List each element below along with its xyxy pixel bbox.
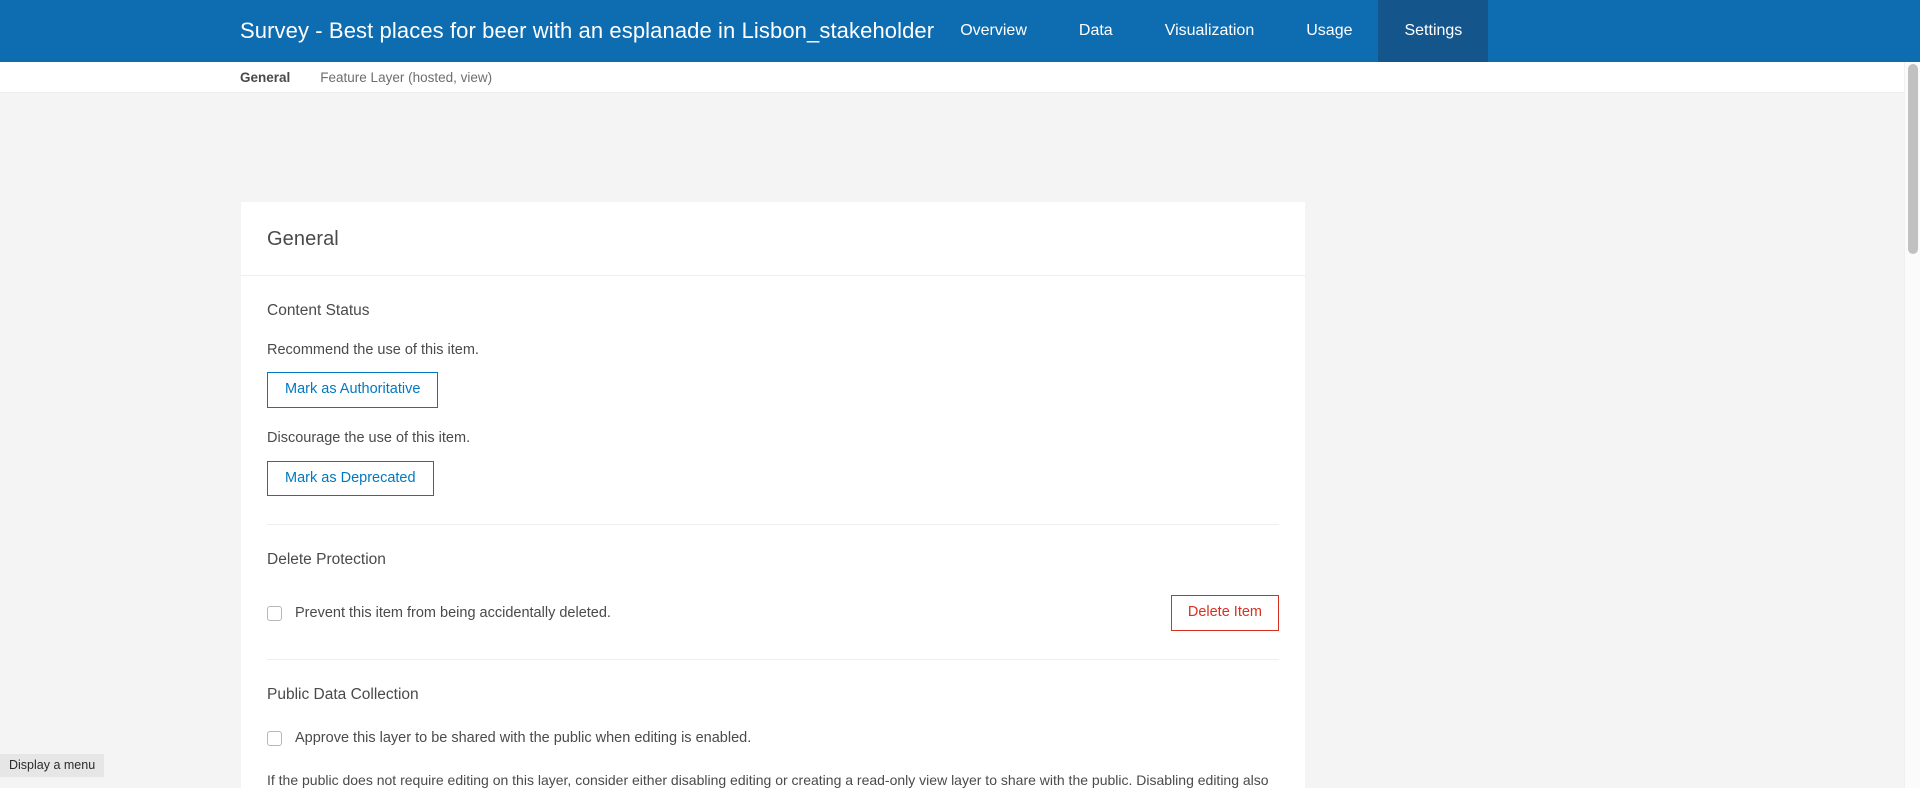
page-body: General Content Status Recommend the use… — [0, 94, 1920, 788]
public-data-collection-title: Public Data Collection — [267, 686, 419, 704]
page-title: Survey - Best places for beer with an es… — [240, 18, 935, 43]
vertical-scrollbar-thumb[interactable] — [1908, 64, 1918, 254]
delete-protection-section: Delete Protection Prevent this item from… — [241, 551, 1305, 632]
discourage-description: Discourage the use of this item. — [267, 430, 471, 447]
public-data-collection-row: Approve this layer to be shared with the… — [267, 730, 1279, 746]
prevent-delete-checkbox[interactable] — [267, 605, 282, 621]
tab-data[interactable]: Data — [1053, 0, 1139, 62]
section-divider-2 — [267, 659, 1279, 661]
sub-nav: General Feature Layer (hosted, view) — [0, 62, 1920, 93]
card-header: General — [241, 202, 1305, 276]
tab-overview[interactable]: Overview — [934, 0, 1053, 62]
public-data-collection-description: If the public does not require editing o… — [267, 772, 1269, 788]
section-divider-1 — [267, 524, 1279, 526]
vertical-scrollbar-track[interactable] — [1904, 62, 1920, 788]
delete-item-button[interactable]: Delete Item — [1170, 595, 1279, 632]
approve-public-share-checkbox[interactable] — [267, 730, 282, 746]
content-status-title: Content Status — [267, 302, 370, 319]
recommend-description: Recommend the use of this item. — [267, 342, 479, 358]
prevent-delete-label[interactable]: Prevent this item from being accidentall… — [295, 605, 611, 621]
item-type-label: Feature Layer (hosted, view) — [320, 69, 493, 85]
delete-protection-row: Prevent this item from being accidentall… — [267, 595, 1279, 632]
tab-settings[interactable]: Settings — [1378, 0, 1489, 62]
mark-as-deprecated-button[interactable]: Mark as Deprecated — [267, 460, 434, 497]
delete-protection-title: Delete Protection — [267, 551, 386, 569]
public-data-collection-section: Public Data Collection Approve this laye… — [241, 686, 1305, 788]
app-header: Survey - Best places for beer with an es… — [0, 0, 1920, 62]
delete-protection-check-group: Prevent this item from being accidentall… — [267, 605, 611, 621]
settings-general-card: General Content Status Recommend the use… — [241, 202, 1305, 788]
status-tooltip: Display a menu — [0, 754, 105, 777]
card-heading: General — [267, 228, 339, 250]
mark-as-authoritative-button[interactable]: Mark as Authoritative — [267, 372, 439, 409]
primary-nav: Overview Data Visualization Usage Settin… — [934, 0, 1489, 62]
approve-public-share-label[interactable]: Approve this layer to be shared with the… — [295, 730, 751, 746]
sub-nav-item-general[interactable]: General — [240, 70, 290, 85]
tab-visualization[interactable]: Visualization — [1139, 0, 1281, 62]
content-status-section: Content Status Recommend the use of this… — [241, 302, 1305, 497]
tab-usage[interactable]: Usage — [1280, 0, 1378, 62]
